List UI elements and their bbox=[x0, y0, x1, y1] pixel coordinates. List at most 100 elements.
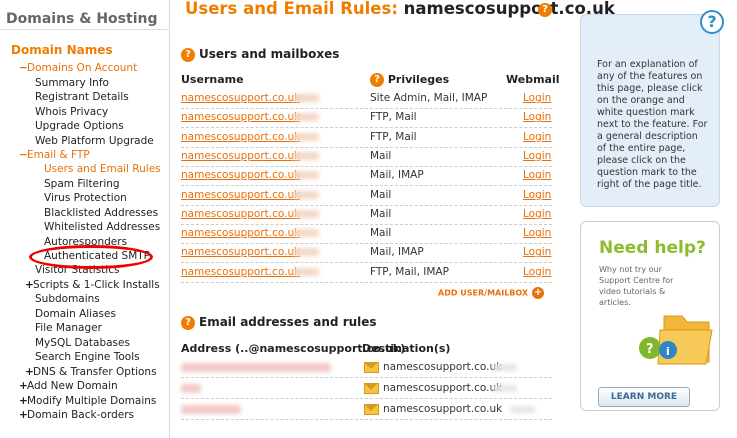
sidebar-item-label: Search Engine Tools bbox=[35, 351, 140, 363]
redacted-address[interactable] bbox=[181, 384, 201, 393]
sidebar-item-spam-filtering[interactable]: Spam Filtering bbox=[44, 178, 120, 191]
webmail-login-link[interactable]: Login bbox=[523, 208, 551, 220]
sidebar-item-users-and-email-rules[interactable]: Users and Email Rules bbox=[44, 163, 161, 176]
sidebar-item-label: Subdomains bbox=[35, 293, 100, 305]
username-link[interactable]: namescosupport.co.uk bbox=[181, 169, 300, 181]
sidebar-item-label: Whitelisted Addresses bbox=[44, 221, 161, 233]
table-row: namescosupport.co.uk FTP, Mail Login bbox=[181, 129, 552, 148]
expand-icon[interactable]: + bbox=[19, 409, 28, 422]
sidebar-item-add-new-domain[interactable]: +Add New Domain bbox=[19, 380, 118, 393]
destination-value: namescosupport.co.uk bbox=[383, 361, 503, 373]
table-row: namescosupport.co.uk FTP, Mail, IMAP Login bbox=[181, 264, 552, 283]
webmail-login-link[interactable]: Login bbox=[523, 227, 551, 239]
webmail-login-link[interactable]: Login bbox=[523, 246, 551, 258]
sidebar-item-blacklisted-addresses[interactable]: Blacklisted Addresses bbox=[44, 207, 158, 220]
sidebar-item-whitelisted-addresses[interactable]: Whitelisted Addresses bbox=[44, 221, 160, 234]
sidebar-item-subdomains[interactable]: Subdomains bbox=[35, 293, 100, 306]
redacted-text bbox=[293, 171, 319, 180]
privileges-help-icon[interactable]: ? bbox=[370, 73, 384, 87]
sidebar-item-modify-multiple-domains[interactable]: +Modify Multiple Domains bbox=[19, 395, 156, 408]
table-row: namescosupport.co.uk FTP, Mail Login bbox=[181, 109, 552, 129]
table-row: namescosupport.co.uk Mail, IMAP Login bbox=[181, 244, 552, 264]
users-heading: ? Users and mailboxes bbox=[181, 47, 339, 62]
sidebar-item-mysql-databases[interactable]: MySQL Databases bbox=[35, 337, 130, 350]
svg-text:?: ? bbox=[646, 342, 654, 357]
sidebar-item-label: Blacklisted Addresses bbox=[44, 207, 159, 219]
username-link[interactable]: namescosupport.co.uk bbox=[181, 246, 300, 258]
privileges-value: Mail bbox=[370, 227, 392, 240]
webmail-login-link[interactable]: Login bbox=[523, 111, 551, 123]
username-link[interactable]: namescosupport.co.uk bbox=[181, 92, 300, 104]
col-destination: Destination(s) bbox=[362, 342, 451, 355]
webmail-login-link[interactable]: Login bbox=[523, 266, 551, 278]
envelope-icon bbox=[364, 362, 379, 373]
envelope-icon bbox=[364, 383, 379, 394]
sidebar-item-registrant-details[interactable]: Registrant Details bbox=[35, 91, 129, 104]
add-user-label: ADD USER/MAILBOX bbox=[438, 288, 529, 298]
privileges-value: FTP, Mail bbox=[370, 130, 417, 143]
list-item: namescosupport.co.uk bbox=[181, 379, 552, 399]
sidebar-section-title[interactable]: Domain Names bbox=[11, 43, 113, 57]
add-icon: + bbox=[532, 287, 545, 299]
sidebar-item-domains-on-account[interactable]: −Domains On Account bbox=[19, 62, 137, 75]
username-link[interactable]: namescosupport.co.uk bbox=[181, 111, 300, 123]
username-link[interactable]: namescosupport.co.uk bbox=[181, 208, 300, 220]
col-privileges: ? Privileges bbox=[370, 73, 449, 87]
expand-icon[interactable]: + bbox=[25, 279, 34, 292]
sidebar-item-scripts-1-click-installs[interactable]: +Scripts & 1-Click Installs bbox=[25, 279, 160, 292]
sidebar-item-upgrade-options[interactable]: Upgrade Options bbox=[35, 120, 124, 133]
sidebar-item-search-engine-tools[interactable]: Search Engine Tools bbox=[35, 351, 140, 364]
collapse-icon[interactable]: − bbox=[19, 62, 28, 75]
expand-icon[interactable]: + bbox=[19, 380, 28, 393]
col-username: Username bbox=[181, 73, 244, 86]
sidebar-item-label: Scripts & 1-Click Installs bbox=[33, 279, 160, 291]
sidebar-item-label: Add New Domain bbox=[27, 380, 118, 392]
help-heading: Need help? bbox=[599, 238, 706, 258]
sidebar-item-virus-protection[interactable]: Virus Protection bbox=[44, 192, 127, 205]
redacted-text bbox=[293, 190, 319, 199]
username-link[interactable]: namescosupport.co.uk bbox=[181, 189, 300, 201]
username-link[interactable]: namescosupport.co.uk bbox=[181, 131, 300, 143]
sidebar-item-dns-transfer-options[interactable]: +DNS & Transfer Options bbox=[25, 366, 157, 379]
webmail-login-link[interactable]: Login bbox=[523, 131, 551, 143]
redacted-text bbox=[293, 151, 319, 160]
users-help-icon[interactable]: ? bbox=[181, 47, 195, 62]
info-box: For an explanation of any of the feature… bbox=[580, 14, 720, 207]
sidebar-item-summary-info[interactable]: Summary Info bbox=[35, 77, 109, 90]
email-heading: ? Email addresses and rules bbox=[181, 315, 377, 330]
col-webmail: Webmail bbox=[506, 73, 560, 86]
username-link[interactable]: namescosupport.co.uk bbox=[181, 227, 300, 239]
collapse-icon[interactable]: − bbox=[19, 149, 28, 162]
webmail-login-link[interactable]: Login bbox=[523, 189, 551, 201]
sidebar-item-email-ftp[interactable]: −Email & FTP bbox=[19, 149, 90, 162]
learn-more-button[interactable]: LEARN MORE bbox=[598, 387, 690, 407]
webmail-login-link[interactable]: Login bbox=[523, 169, 551, 181]
page-help-icon[interactable]: ? bbox=[538, 3, 552, 17]
question-mark-icon[interactable]: ? bbox=[700, 10, 724, 34]
page-title-text: Users and Email Rules: bbox=[185, 0, 398, 18]
sidebar-item-label: Email & FTP bbox=[27, 149, 90, 161]
add-user-button[interactable]: ADD USER/MAILBOX + bbox=[438, 287, 545, 299]
sidebar-item-file-manager[interactable]: File Manager bbox=[35, 322, 102, 335]
redacted-address[interactable] bbox=[181, 363, 331, 372]
username-link[interactable]: namescosupport.co.uk bbox=[181, 266, 300, 278]
expand-icon[interactable]: + bbox=[25, 366, 34, 379]
sidebar-item-whois-privacy[interactable]: Whois Privacy bbox=[35, 106, 108, 119]
sidebar-item-label: Spam Filtering bbox=[44, 178, 120, 190]
privileges-value: FTP, Mail bbox=[370, 111, 417, 124]
redacted-text bbox=[293, 132, 319, 141]
email-help-icon[interactable]: ? bbox=[181, 315, 195, 330]
sidebar-item-web-platform-upgrade[interactable]: Web Platform Upgrade bbox=[35, 135, 154, 148]
sidebar-item-domain-aliases[interactable]: Domain Aliases bbox=[35, 308, 116, 321]
redacted-text bbox=[493, 364, 517, 371]
table-row: namescosupport.co.uk Mail Login bbox=[181, 187, 552, 206]
webmail-login-link[interactable]: Login bbox=[523, 92, 551, 104]
email-heading-text: Email addresses and rules bbox=[199, 315, 377, 329]
redacted-address[interactable] bbox=[181, 405, 241, 414]
sidebar-item-domain-back-orders[interactable]: +Domain Back-orders bbox=[19, 409, 134, 422]
table-row: namescosupport.co.uk Site Admin, Mail, IM… bbox=[181, 90, 552, 109]
username-link[interactable]: namescosupport.co.uk bbox=[181, 150, 300, 162]
webmail-login-link[interactable]: Login bbox=[523, 150, 551, 162]
privileges-value: Mail bbox=[370, 149, 392, 162]
expand-icon[interactable]: + bbox=[19, 395, 28, 408]
